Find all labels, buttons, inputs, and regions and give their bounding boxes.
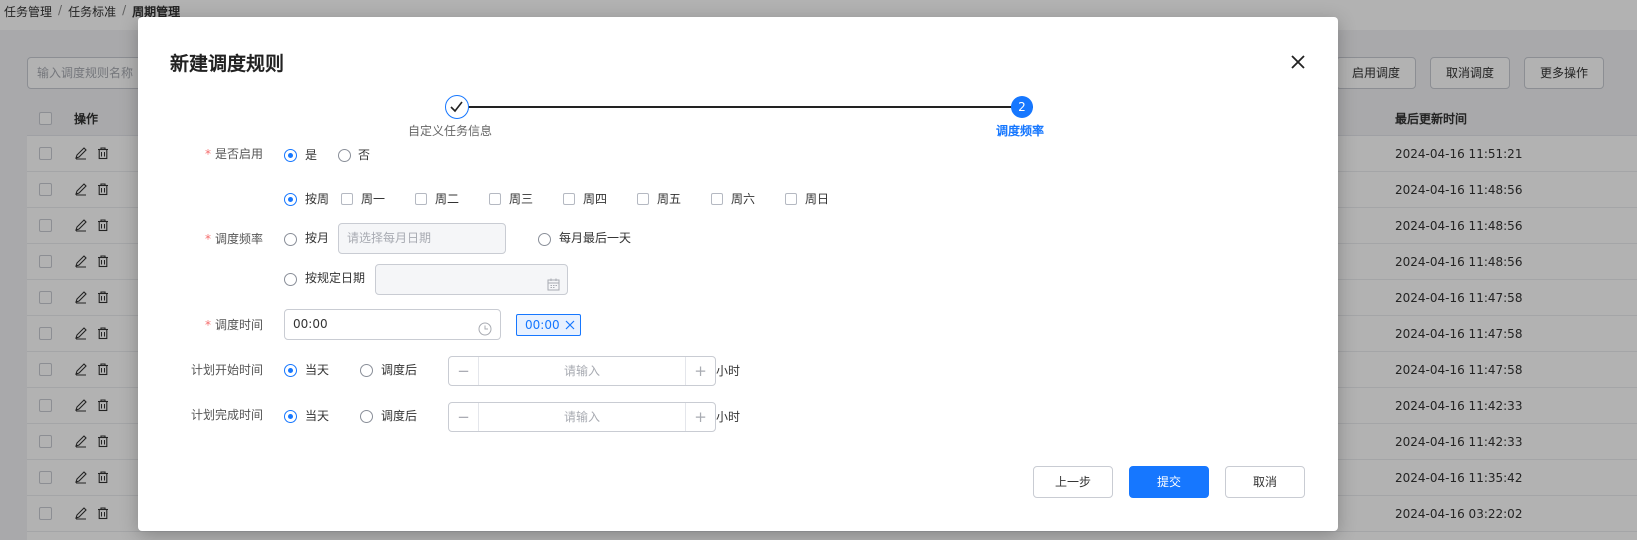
previous-step-button[interactable]: 上一步 <box>1033 466 1113 498</box>
schedule-time-tag: 00:00 <box>516 314 581 336</box>
frequency-weekly-label: 按周 <box>305 192 330 206</box>
frequency-monthly-radio[interactable] <box>284 233 297 246</box>
plan-end-label: 计划完成时间 <box>190 408 263 422</box>
step-2-number: 2 <box>1011 96 1033 118</box>
increment-button[interactable]: + <box>685 357 715 385</box>
weekday-label: 周二 <box>435 192 460 206</box>
schedule-time-value: 00:00 <box>293 317 328 331</box>
fixed-date-picker[interactable] <box>375 264 568 295</box>
step-2-label: 调度频率 <box>996 124 1045 138</box>
decrement-button[interactable]: − <box>449 357 479 385</box>
weekday-label: 周日 <box>805 192 830 206</box>
tag-close-icon[interactable] <box>565 320 575 330</box>
cancel-button[interactable]: 取消 <box>1225 466 1305 498</box>
weekday-checkbox[interactable] <box>341 193 353 205</box>
step-done-check-icon <box>445 95 469 119</box>
month-last-day-radio[interactable] <box>538 233 551 246</box>
frequency-fixed-date-radio[interactable] <box>284 273 297 286</box>
close-icon[interactable] <box>1288 52 1308 72</box>
plan-end-unit: 小时 <box>716 410 741 424</box>
dialog-title: 新建调度规则 <box>170 53 285 75</box>
steps-connector <box>458 106 1033 108</box>
plan-start-after-radio[interactable] <box>360 364 373 377</box>
plan-start-hours-input[interactable]: 请输入 <box>479 357 685 385</box>
schedule-time-input[interactable]: 00:00 <box>284 309 501 340</box>
increment-button[interactable]: + <box>685 403 715 431</box>
frequency-monthly-label: 按月 <box>305 231 330 245</box>
plan-start-same-day-label: 当天 <box>305 363 330 377</box>
weekday-label: 周四 <box>583 192 608 206</box>
weekday-checkbox[interactable] <box>785 193 797 205</box>
plan-end-after-radio[interactable] <box>360 410 373 423</box>
weekday-checkbox[interactable] <box>637 193 649 205</box>
step-1-label: 自定义任务信息 <box>408 124 493 138</box>
frequency-label: * 调度频率 <box>204 232 263 246</box>
frequency-fixed-date-label: 按规定日期 <box>305 271 366 285</box>
plan-end-hours-stepper: − 请输入 + <box>448 402 716 432</box>
submit-button[interactable]: 提交 <box>1129 466 1209 498</box>
plan-start-unit: 小时 <box>716 364 741 378</box>
plan-start-hours-stepper: − 请输入 + <box>448 356 716 386</box>
calendar-icon <box>547 273 560 302</box>
weekday-checkbox[interactable] <box>415 193 427 205</box>
enable-label: * 是否启用 <box>204 147 263 161</box>
clock-icon <box>478 318 492 347</box>
weekday-checkbox[interactable] <box>563 193 575 205</box>
create-schedule-rule-dialog: 新建调度规则 自定义任务信息 2 调度频率 * 是否启用 是 否 按周 周一 周二 周… <box>138 17 1338 531</box>
weekday-checkbox[interactable] <box>711 193 723 205</box>
plan-end-same-day-label: 当天 <box>305 409 330 423</box>
enable-no-label: 否 <box>358 148 371 162</box>
monthly-date-select[interactable]: 请选择每月日期 <box>338 223 506 254</box>
schedule-time-tag-label: 00:00 <box>525 318 560 332</box>
plan-end-same-day-radio[interactable] <box>284 410 297 423</box>
plan-start-after-label: 调度后 <box>381 363 418 377</box>
weekday-label: 周一 <box>361 192 386 206</box>
plan-start-same-day-radio[interactable] <box>284 364 297 377</box>
frequency-weekly-radio[interactable] <box>284 193 297 206</box>
weekday-label: 周三 <box>509 192 534 206</box>
enable-yes-radio[interactable] <box>284 149 297 162</box>
weekday-label: 周六 <box>731 192 756 206</box>
schedule-time-label: * 调度时间 <box>204 318 263 332</box>
decrement-button[interactable]: − <box>449 403 479 431</box>
enable-no-radio[interactable] <box>338 149 351 162</box>
plan-end-hours-input[interactable]: 请输入 <box>479 403 685 431</box>
plan-end-after-label: 调度后 <box>381 409 418 423</box>
month-last-day-label: 每月最后一天 <box>559 231 632 245</box>
weekday-checkbox[interactable] <box>489 193 501 205</box>
enable-yes-label: 是 <box>305 148 318 162</box>
plan-start-label: 计划开始时间 <box>190 363 263 377</box>
weekday-label: 周五 <box>657 192 682 206</box>
